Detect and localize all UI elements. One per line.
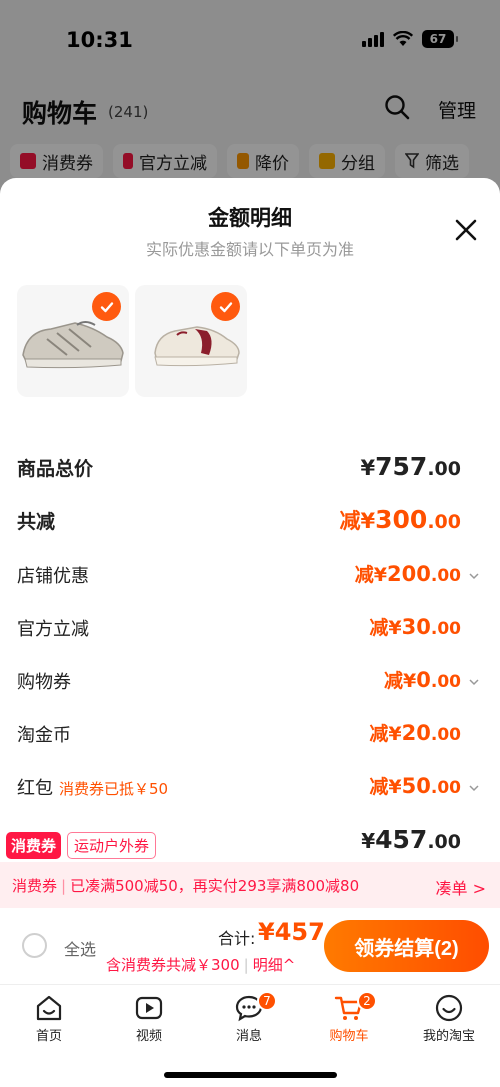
- row-red-packet[interactable]: 红包 消费券已抵￥50 减¥50.00: [17, 774, 483, 814]
- sports-coupon-tag: 运动户外券: [67, 832, 157, 859]
- row-official-discount: 官方立减 减¥30.00: [17, 615, 483, 655]
- row-amount: 减¥50.00: [369, 774, 461, 798]
- row-label: 商品总价: [17, 458, 94, 480]
- cart-badge: 2: [357, 991, 377, 1011]
- tab-label: 视频: [135, 1029, 162, 1044]
- tab-label: 消息: [235, 1029, 262, 1044]
- add-items-link[interactable]: 凑单 >: [436, 875, 487, 899]
- row-taojinbi: 淘金币 减¥20.00: [17, 721, 483, 761]
- close-icon[interactable]: [452, 216, 480, 244]
- tab-home[interactable]: 首页: [9, 993, 89, 1053]
- coupon-tag: 消费券: [6, 832, 62, 859]
- row-label: 淘金币: [17, 725, 71, 746]
- discount-summary: 含消费券共减￥300: [106, 956, 240, 974]
- row-label: 店铺优惠: [17, 566, 89, 587]
- row-amount: 减¥200.00: [354, 562, 461, 586]
- detail-toggle[interactable]: 明细^: [253, 956, 296, 974]
- tab-label: 我的淘宝: [422, 1029, 475, 1044]
- promo-text: 已凑满500减50，再实付293享满800减80: [70, 877, 360, 895]
- tab-video[interactable]: 视频: [109, 993, 189, 1053]
- chevron-down-icon[interactable]: [468, 782, 480, 794]
- row-label: 共减: [17, 511, 56, 533]
- video-icon: [135, 996, 163, 1020]
- row-sublabel: 消费券已抵￥50: [59, 780, 169, 798]
- sum-amount: ¥457: [258, 918, 325, 946]
- row-amount: 减¥0.00: [384, 668, 461, 692]
- row-amount: 减¥300.00: [339, 505, 461, 534]
- row-label: 购物券: [17, 672, 71, 693]
- tab-label: 购物车: [329, 1029, 369, 1044]
- chevron-down-icon[interactable]: [468, 570, 480, 582]
- modal-overlay[interactable]: [0, 0, 500, 200]
- home-indicator: [164, 1072, 337, 1078]
- checkmark-icon[interactable]: [211, 292, 240, 321]
- profile-icon: [435, 994, 463, 1022]
- total-amount: ¥457.00: [361, 825, 461, 854]
- home-icon: [36, 995, 62, 1021]
- row-total-price: 商品总价 ¥757.00: [17, 452, 483, 494]
- sheet-title: 金额明细: [208, 206, 292, 230]
- checkout-button[interactable]: 领券结算(2): [324, 920, 489, 972]
- row-amount: 减¥30.00: [369, 615, 461, 639]
- row-total-discount: 共减 减¥300.00: [17, 505, 483, 547]
- sum-label: 合计:: [218, 929, 256, 948]
- select-all-checkbox[interactable]: [22, 933, 47, 958]
- message-badge: 7: [257, 991, 277, 1011]
- promo-banner[interactable]: 消费券 | 已凑满500减50，再实付293享满800减80 凑单 >: [0, 862, 500, 908]
- row-amount: ¥757.00: [360, 452, 461, 481]
- row-shopping-coupon[interactable]: 购物券 减¥0.00: [17, 668, 483, 708]
- row-label: 红包 消费券已抵￥50: [17, 778, 169, 799]
- tab-my-taobao[interactable]: 我的淘宝: [409, 993, 489, 1053]
- tab-cart[interactable]: 购物车 2: [309, 991, 389, 1053]
- tab-label: 首页: [35, 1029, 62, 1044]
- chevron-down-icon[interactable]: [468, 676, 480, 688]
- row-shop-discount[interactable]: 店铺优惠 减¥200.00: [17, 562, 483, 602]
- tab-messages[interactable]: 消息 7: [209, 991, 289, 1053]
- checkout-bar: 全选 合计: ¥457 含消费券共减￥300 | 明细^ 领券结算(2): [0, 908, 500, 984]
- checkmark-icon[interactable]: [92, 292, 121, 321]
- select-all-label[interactable]: 全选: [64, 936, 96, 960]
- promo-tag: 消费券: [12, 877, 58, 895]
- sheet-subtitle: 实际优惠金额请以下单页为准: [145, 240, 354, 259]
- coupon-tags: 消费券 运动户外券: [6, 832, 157, 859]
- row-label: 官方立减: [17, 619, 89, 640]
- row-amount: 减¥20.00: [369, 721, 461, 745]
